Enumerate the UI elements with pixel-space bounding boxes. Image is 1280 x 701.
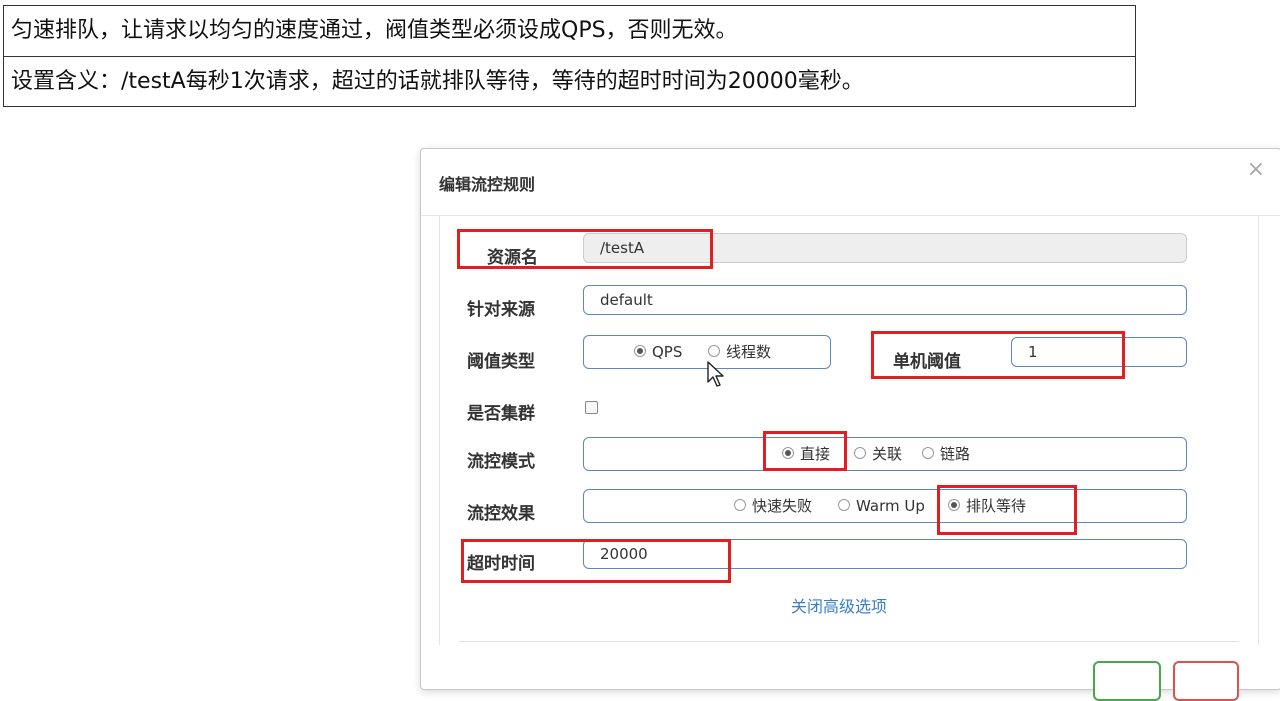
timeout-label: 超时时间 bbox=[467, 554, 535, 574]
dialog-title: 编辑流控规则 bbox=[439, 175, 536, 194]
radio-associate[interactable]: 关联 bbox=[854, 438, 902, 470]
close-advanced-options-link[interactable]: 关闭高级选项 bbox=[791, 593, 887, 617]
radio-dot-icon bbox=[708, 344, 720, 357]
close-icon[interactable]: × bbox=[1247, 157, 1265, 182]
form-panel bbox=[439, 215, 1259, 645]
source-input[interactable]: default bbox=[583, 285, 1187, 315]
cluster-label: 是否集群 bbox=[467, 404, 535, 424]
radio-chain[interactable]: 链路 bbox=[922, 438, 970, 470]
cancel-button[interactable] bbox=[1173, 661, 1239, 701]
flow-mode-label: 流控模式 bbox=[467, 452, 535, 472]
single-threshold-label: 单机阈值 bbox=[893, 352, 961, 372]
notes-table: 匀速排队，让请求以均匀的速度通过，阀值类型必须设成QPS，否则无效。 设置含义：… bbox=[3, 5, 1136, 107]
radio-dot-icon bbox=[782, 446, 794, 459]
note-line-2: 设置含义：/testA每秒1次请求，超过的话就排队等待，等待的超时时间为2000… bbox=[4, 56, 1135, 106]
resource-label: 资源名 bbox=[487, 248, 538, 268]
footer-divider bbox=[459, 641, 1239, 642]
radio-queue-wait[interactable]: 排队等待 bbox=[948, 490, 1026, 522]
radio-dot-icon bbox=[948, 498, 960, 511]
save-button[interactable] bbox=[1093, 661, 1161, 701]
resource-input[interactable]: /testA bbox=[583, 233, 1187, 263]
timeout-input[interactable]: 20000 bbox=[583, 539, 1187, 569]
threshold-type-label: 阈值类型 bbox=[467, 352, 535, 372]
radio-warm-up[interactable]: Warm Up bbox=[838, 490, 925, 522]
radio-fast-fail[interactable]: 快速失败 bbox=[734, 490, 812, 522]
note-line-1: 匀速排队，让请求以均匀的速度通过，阀值类型必须设成QPS，否则无效。 bbox=[11, 18, 738, 43]
mouse-cursor-icon bbox=[707, 361, 724, 387]
source-label: 针对来源 bbox=[467, 300, 535, 320]
radio-direct[interactable]: 直接 bbox=[782, 438, 830, 470]
flow-mode-group: 直接 关联 链路 bbox=[583, 437, 1187, 471]
radio-dot-icon bbox=[854, 446, 866, 459]
single-threshold-input[interactable]: 1 bbox=[1011, 337, 1187, 367]
flow-effect-group: 快速失败 Warm Up 排队等待 bbox=[583, 489, 1187, 523]
radio-dot-icon bbox=[634, 344, 646, 357]
flow-effect-label: 流控效果 bbox=[467, 504, 535, 524]
radio-dot-icon bbox=[838, 498, 850, 511]
cluster-checkbox[interactable] bbox=[585, 401, 598, 414]
radio-dot-icon bbox=[734, 498, 746, 511]
edit-flow-rule-dialog: 编辑流控规则 × 资源名 /testA 针对来源 default 阈值类型 QP… bbox=[420, 148, 1280, 701]
radio-dot-icon bbox=[922, 446, 934, 459]
radio-qps[interactable]: QPS bbox=[634, 336, 682, 368]
